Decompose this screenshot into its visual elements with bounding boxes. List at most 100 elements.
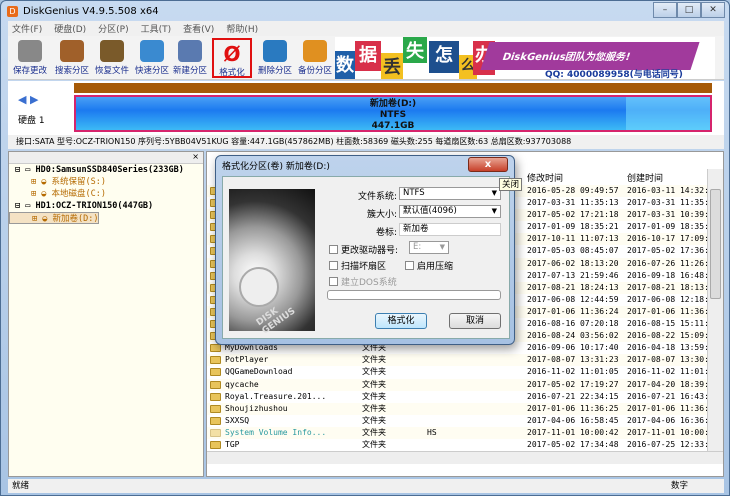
title-bar: D DiskGenius V4.9.5.508 x64 – □ ✕: [1, 1, 730, 21]
toolbar-recover-button[interactable]: 恢复文件: [92, 38, 132, 78]
cluster-label: 簇大小:: [366, 210, 397, 220]
col-created[interactable]: 创建时间: [627, 171, 663, 184]
cell-created: 2016-03-11 14:32:32: [627, 186, 719, 195]
numlock-indicator: 数字: [670, 481, 688, 491]
cell-created: 2017-01-09 18:35:21: [627, 222, 719, 232]
tree-item-part[interactable]: ⊞ ◒ 系统保留(S:): [9, 176, 203, 188]
app-icon: D: [7, 5, 18, 17]
fs-select[interactable]: NTFS ▼: [399, 187, 501, 200]
file-row[interactable]: qycache 文件夹 2017-05-02 17:19:27 2017-04-20 …: [207, 378, 719, 391]
close-button[interactable]: ✕: [701, 2, 725, 18]
cell-name: TGP: [225, 439, 240, 449]
toolbar-label: 备份分区: [297, 66, 332, 76]
file-row[interactable]: TGP 文件夹 2017-05-02 17:34:48 2016-07-25 12:3…: [207, 439, 719, 451]
horizontal-scrollbar[interactable]: [207, 451, 723, 464]
toolbar-delete-button[interactable]: 删除分区: [255, 38, 295, 78]
cell-created: 2017-11-01 10:00:42: [627, 427, 719, 437]
cell-name: Royal.Treasure.201...: [225, 391, 327, 401]
file-row[interactable]: System Volume Info... 文件夹 HS 2017-11-01 10:…: [207, 426, 719, 439]
toolbar-label: 新建分区: [172, 66, 207, 76]
volume-label: 卷标:: [375, 228, 397, 238]
dos-checkbox[interactable]: 建立DOS系统: [329, 275, 397, 288]
cell-name: Shoujizhushou: [225, 403, 288, 413]
folder-icon: [210, 344, 221, 353]
file-row[interactable]: Royal.Treasure.201... 文件夹 2016-07-21 22:34…: [207, 391, 719, 403]
file-row[interactable]: SXXSQ 文件夹 2017-04-06 16:58:45 2017-04-06 16…: [207, 415, 719, 427]
dialog-title: 格式化分区(卷) 新加卷(D:): [222, 162, 330, 172]
folder-icon: [210, 368, 221, 377]
disk-info: 接口:SATA 型号:OCZ-TRION150 序列号:5YBB04V51KUG…: [8, 135, 724, 149]
banner-char: 据: [355, 41, 381, 71]
scan-bad-checkbox[interactable]: 扫描坏扇区: [329, 259, 386, 272]
disk-map: ◀ ▶ 硬盘 1 新加卷(D:) NTFS 447.1GB: [8, 81, 724, 135]
tree-item-part[interactable]: ⊞ ◒ 新加卷(D:): [9, 212, 100, 224]
partition-size: 447.1GB: [371, 121, 415, 131]
toolbar-quick-partition-button[interactable]: 快速分区: [132, 38, 172, 78]
tree-item-disk[interactable]: ⊟ ▭ HD1:OCZ-TRION150(447GB): [9, 200, 203, 212]
minimize-button[interactable]: –: [653, 2, 677, 18]
cell-modified: 2016-07-21 22:34:15: [527, 391, 619, 401]
cell-modified: 2017-01-06 11:36:25: [527, 403, 619, 413]
toolbar-save-button[interactable]: 保存更改: [10, 38, 50, 78]
folder-icon: [210, 380, 221, 389]
compress-checkbox[interactable]: 启用压缩: [405, 259, 453, 272]
format-button[interactable]: 格式化: [375, 313, 427, 329]
toolbar-new-partition-button[interactable]: 新建分区: [170, 38, 210, 78]
menu-partition[interactable]: 分区(P): [98, 22, 128, 35]
cell-modified: 2017-08-07 13:31:23: [527, 355, 619, 365]
col-modified[interactable]: 修改时间: [527, 171, 563, 184]
menu-disk[interactable]: 硬盘(D): [54, 22, 86, 35]
toolbar-format-button[interactable]: Ø 格式化: [212, 38, 252, 78]
cell-modified: 2016-09-06 10:17:40: [527, 343, 619, 353]
free-space: [626, 97, 710, 130]
cancel-button[interactable]: 取消: [449, 313, 501, 329]
cell-modified: 2017-01-06 11:36:24: [527, 306, 619, 316]
cell-created: 2017-04-06 16:36:45: [627, 415, 719, 425]
partition-block[interactable]: 新加卷(D:) NTFS 447.1GB: [74, 95, 712, 132]
cell-created: 2017-03-31 11:35:11: [627, 198, 719, 208]
tree-item-disk[interactable]: ⊟ ▭ HD0:SamsunSSD840Series(233GB): [9, 164, 203, 176]
disk-nav-arrows-icon[interactable]: ◀ ▶: [18, 93, 38, 106]
cell-created: 2017-01-06 11:36:25: [627, 403, 719, 413]
cell-created: 2016-09-18 16:48:38: [627, 270, 719, 280]
volume-input[interactable]: 新加卷: [399, 223, 501, 236]
toolbar: 数 据 丢 失 怎 么 办 DiskGenius团队为您服务! 电话: 400-…: [8, 36, 724, 80]
file-row[interactable]: QQGameDownload 文件夹 2016-11-02 11:01:05 2016…: [207, 366, 719, 378]
cell-modified: 2017-06-02 18:13:20: [527, 258, 619, 268]
menu-bar: 文件(F) 硬盘(D) 分区(P) 工具(T) 查看(V) 帮助(H): [8, 21, 724, 36]
toolbar-label: 恢复文件: [94, 66, 129, 76]
menu-help[interactable]: 帮助(H): [226, 22, 258, 35]
cell-modified: 2017-05-03 08:45:07: [527, 246, 619, 256]
folder-icon: [210, 428, 221, 437]
close-pane-icon[interactable]: ×: [192, 152, 199, 161]
cell-modified: 2017-07-13 21:59:46: [527, 270, 619, 280]
cluster-select[interactable]: 默认值(4096) ▼: [399, 205, 501, 218]
cell-modified: 2016-08-24 03:56:02: [527, 331, 619, 341]
dialog-close-button[interactable]: x: [468, 157, 508, 172]
menu-file[interactable]: 文件(F): [12, 22, 42, 35]
toolbar-search-button[interactable]: 搜索分区: [52, 38, 92, 78]
toolbar-backup-button[interactable]: 备份分区: [295, 38, 335, 78]
cell-type: 文件夹: [362, 403, 386, 413]
vertical-scrollbar[interactable]: [707, 169, 723, 454]
tree-item-part[interactable]: ⊞ ◒ 本地磁盘(C:): [9, 188, 203, 200]
file-row[interactable]: Shoujizhushou 文件夹 2017-01-06 11:36:25 2017-…: [207, 402, 719, 415]
disk-tree-pane: × ⊟ ▭ HD0:SamsunSSD840Series(233GB) ⊞ ◒ 系…: [8, 151, 204, 477]
drive-select[interactable]: E: ▼: [409, 241, 449, 254]
menu-tools[interactable]: 工具(T): [141, 22, 172, 35]
folder-icon: [210, 404, 221, 413]
cell-created: 2017-03-31 10:39:37: [627, 210, 719, 220]
menu-view[interactable]: 查看(V): [183, 22, 214, 35]
maximize-button[interactable]: □: [677, 2, 701, 18]
cell-modified: 2017-08-21 18:24:13: [527, 282, 619, 292]
cell-name: QQGameDownload: [225, 367, 293, 377]
cell-modified: 2017-05-02 17:21:18: [527, 210, 619, 220]
ad-banner[interactable]: 数 据 丢 失 怎 么 办 DiskGenius团队为您服务! 电话: 400-…: [335, 37, 715, 79]
cell-created: 2016-04-18 13:59:25: [627, 343, 719, 353]
file-row[interactable]: PotPlayer 文件夹 2017-08-07 13:31:23 2017-08-0…: [207, 354, 719, 367]
cell-type: 文件夹: [362, 367, 386, 377]
cell-created: 2016-11-02 11:01:05: [627, 367, 719, 377]
change-drive-checkbox[interactable]: 更改驱动器号:: [329, 243, 398, 256]
disk-bar: [74, 83, 712, 93]
format-dialog: 格式化分区(卷) 新加卷(D:) x DISK GENIUS 文件系统: NTF…: [215, 155, 515, 345]
